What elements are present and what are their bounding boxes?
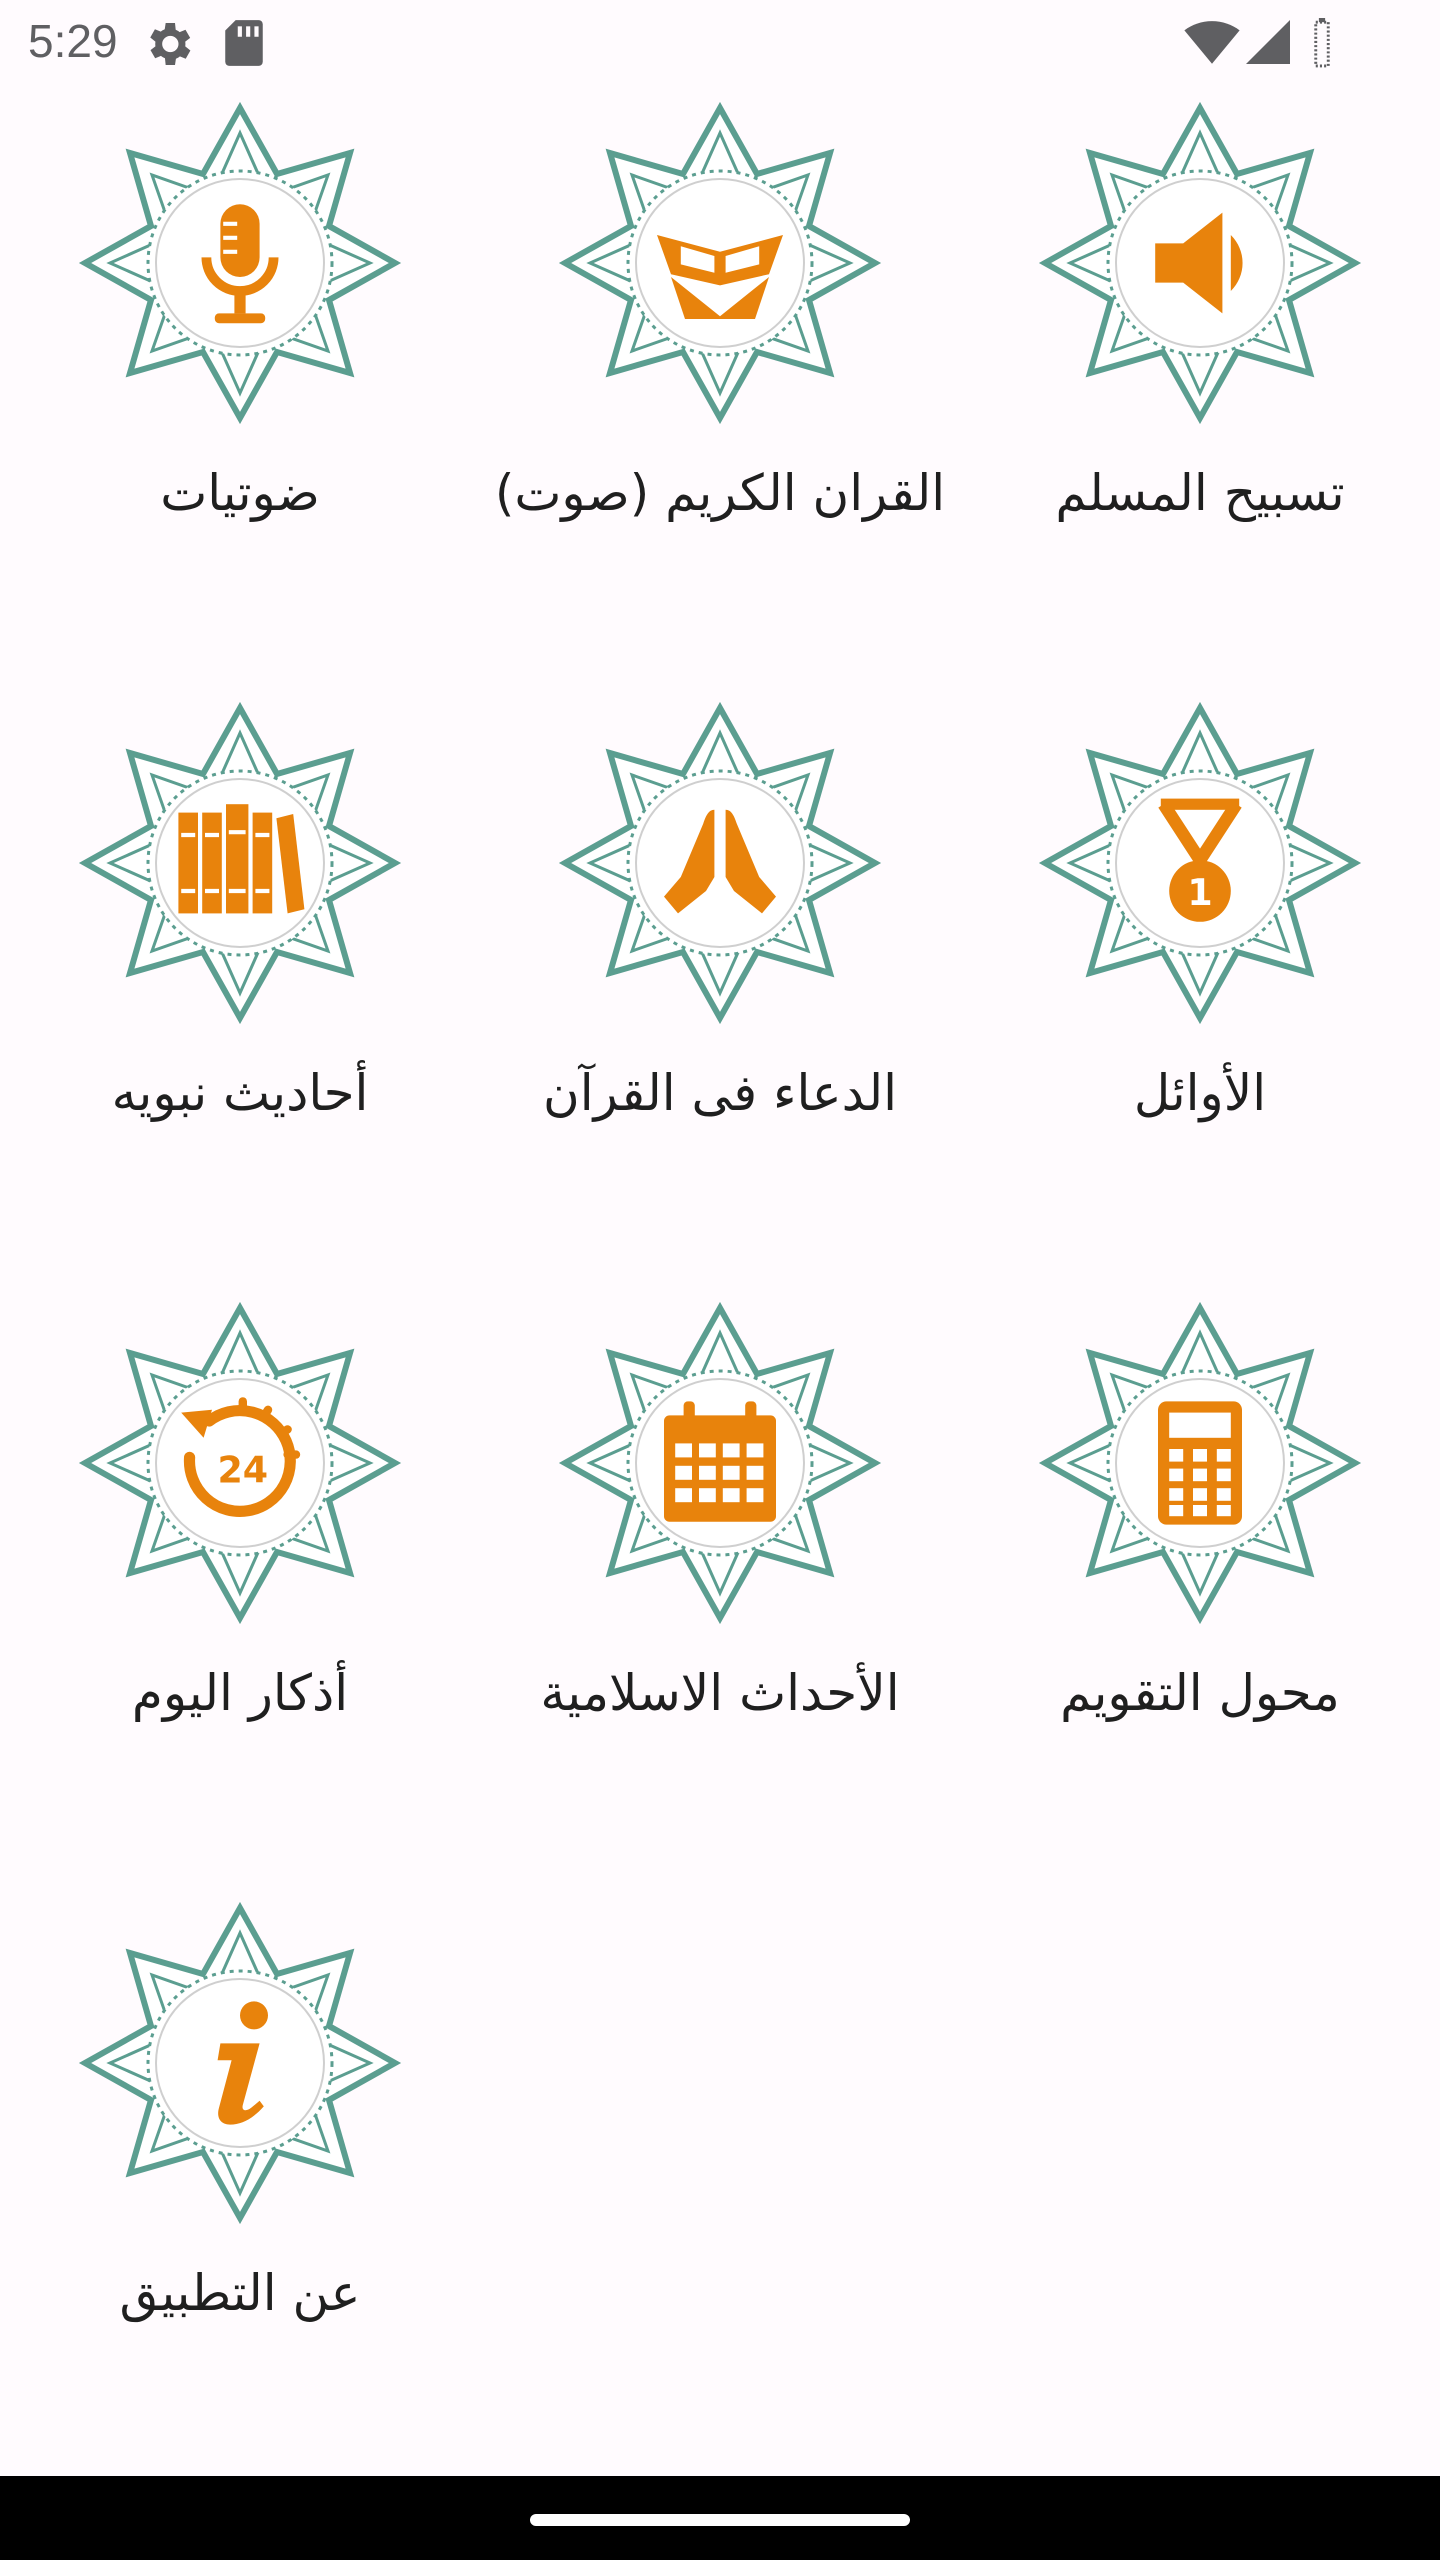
tile-dua-in-quran[interactable]: الدعاء فى القرآن: [480, 690, 960, 1250]
tile-islamic-events[interactable]: الأحداث الاسلامية: [480, 1290, 960, 1850]
tile-prophetic-hadith[interactable]: أحاديث نبويه: [0, 690, 480, 1250]
calculator-icon: [1158, 1401, 1242, 1525]
ornament-emblem: [555, 1298, 885, 1628]
tile-quran-audio[interactable]: القران الكريم (صوت): [480, 90, 960, 650]
tile-label: أذكار اليوم: [131, 1664, 349, 1722]
tile-label: أحاديث نبويه: [111, 1064, 369, 1122]
tile-about-app[interactable]: عن التطبيق: [0, 1890, 480, 2450]
tile-label: الأحداث الاسلامية: [540, 1664, 900, 1722]
24-hours-icon: 24: [181, 1397, 301, 1517]
ornament-emblem: [75, 98, 405, 428]
svg-text:24: 24: [217, 1449, 268, 1492]
tile-muslim-tasbih[interactable]: تسبيح المسلم: [960, 90, 1440, 650]
tile-label: الدعاء فى القرآن: [543, 1064, 897, 1122]
info-icon: [217, 2001, 268, 2125]
wifi-icon: [1184, 21, 1240, 64]
books-icon: [178, 804, 305, 914]
ornament-emblem: 1: [1035, 698, 1365, 1028]
microphone-icon: [201, 204, 279, 324]
ornament-emblem: [1035, 98, 1365, 428]
tile-label: الأوائل: [1133, 1064, 1267, 1122]
ornament-emblem: [1035, 1298, 1365, 1628]
svg-text:1: 1: [1187, 871, 1212, 914]
calendar-icon: [664, 1401, 776, 1522]
medal-icon: 1: [1158, 798, 1242, 922]
sd-card-icon: [225, 20, 263, 66]
status-bar: 5:29: [0, 0, 1440, 84]
tile-label: القران الكريم (صوت): [494, 464, 946, 522]
home-gesture-handle[interactable]: [530, 2514, 910, 2526]
status-time: 5:29: [28, 15, 118, 67]
tile-label: ضوتيات: [160, 464, 320, 522]
speaker-icon: [1155, 212, 1243, 314]
ornament-emblem: [75, 698, 405, 1028]
gear-icon: [150, 23, 191, 65]
battery-icon: [1314, 18, 1330, 68]
navigation-bar: [0, 2476, 1440, 2560]
ornament-emblem: 24: [75, 1298, 405, 1628]
cellular-signal-icon: [1246, 20, 1290, 64]
tile-audio-clips[interactable]: ضوتيات: [0, 90, 480, 650]
praying-hands-icon: [664, 809, 776, 914]
ornament-emblem: [75, 1898, 405, 2228]
ornament-emblem: [555, 698, 885, 1028]
tile-firsts[interactable]: 1 الأوائل: [960, 690, 1440, 1250]
tile-calendar-converter[interactable]: محول التقويم: [960, 1290, 1440, 1850]
tile-label: عن التطبيق: [119, 2264, 361, 2322]
ornament-emblem: [555, 98, 885, 428]
tile-label: محول التقويم: [1060, 1664, 1340, 1722]
quran-stand-icon: [657, 235, 783, 319]
tile-label: تسبيح المسلم: [1055, 464, 1345, 522]
tile-daily-adhkar[interactable]: 24 أذكار اليوم: [0, 1290, 480, 1850]
